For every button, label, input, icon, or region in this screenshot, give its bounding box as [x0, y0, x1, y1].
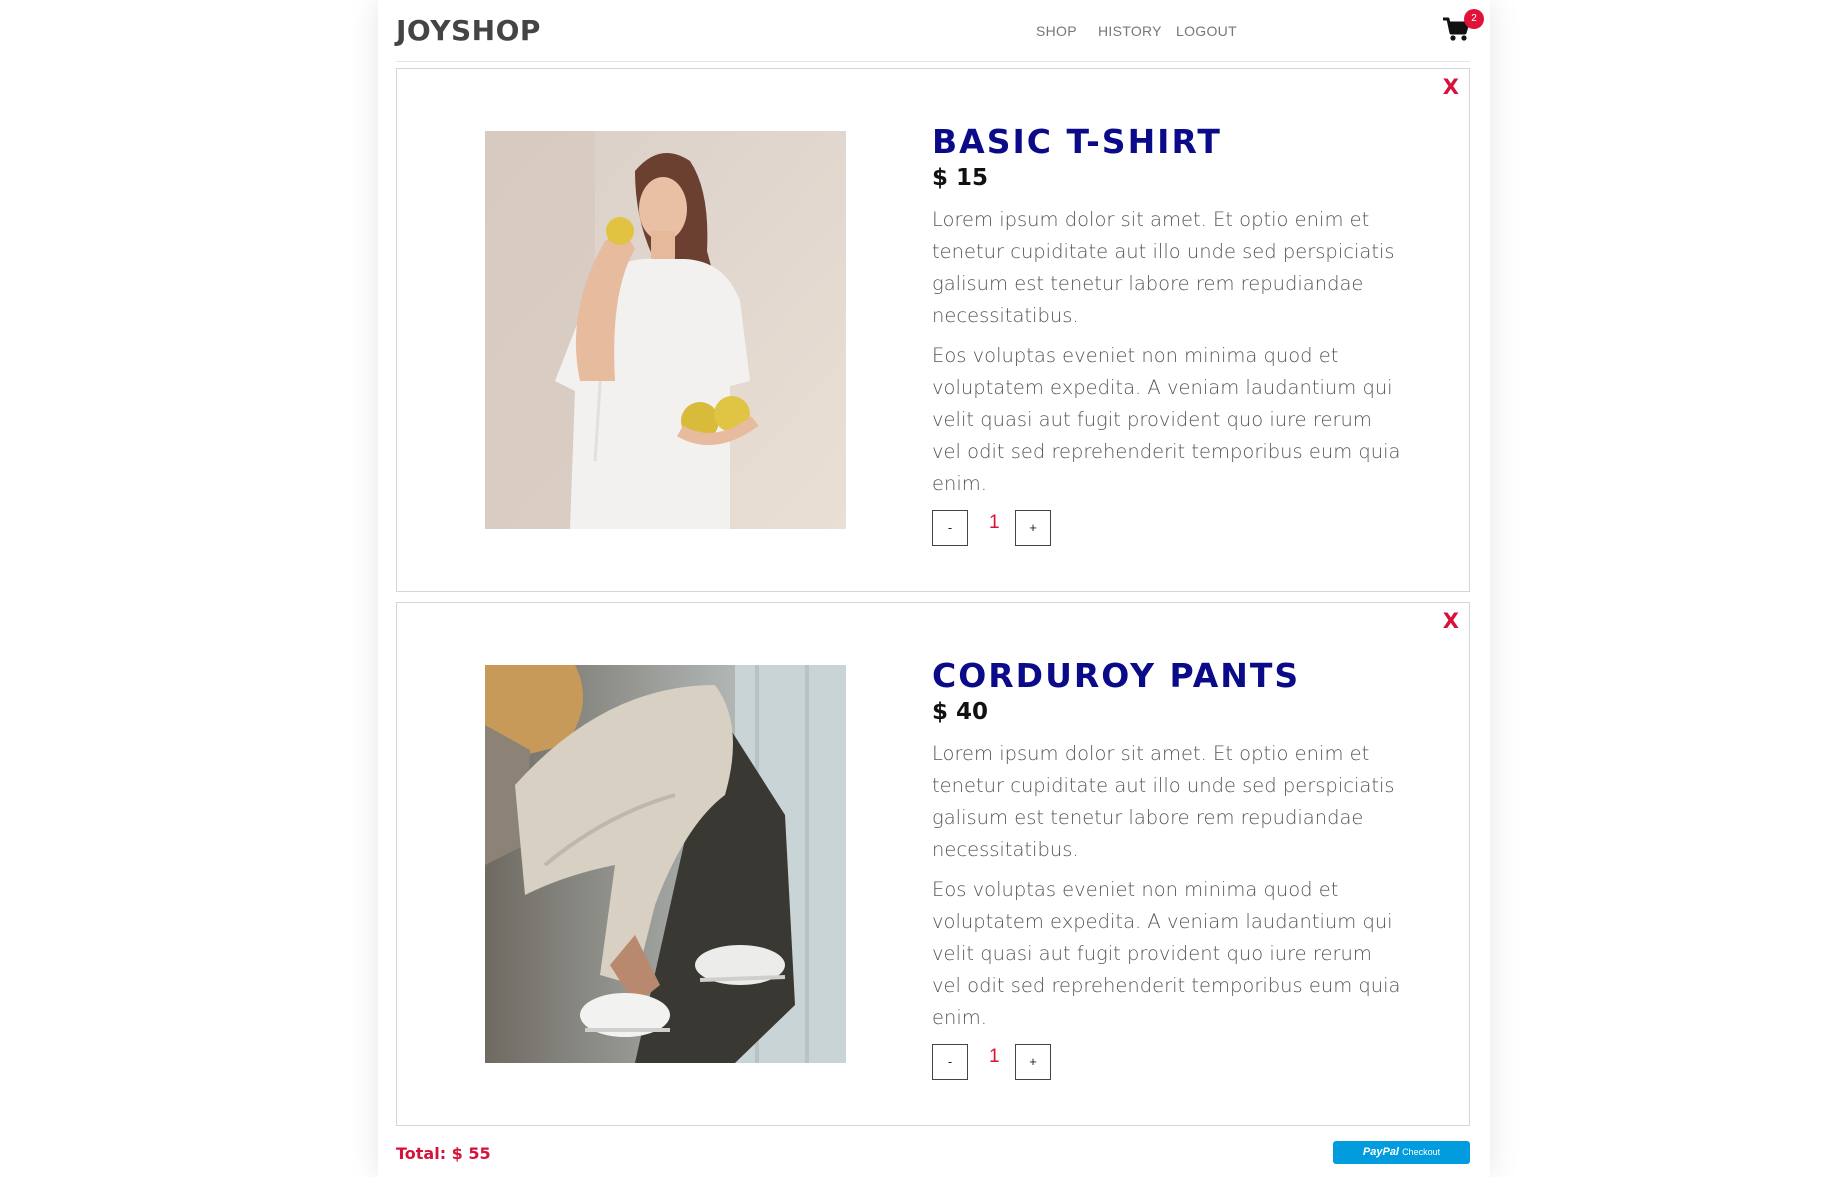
cart-total: Total: $ 55 [396, 1144, 491, 1163]
paypal-checkout-label: Checkout [1402, 1147, 1441, 1157]
quantity-value: 1 [989, 511, 1000, 533]
navbar: JOYSHOP SHOP HISTORY LOGOUT 2 [396, 0, 1484, 62]
product-description: Eos voluptas eveniet non minima quod et … [932, 877, 1401, 1029]
remove-item-button[interactable]: X [1443, 609, 1459, 633]
product-price: $ 40 [932, 698, 989, 725]
product-description: Lorem ipsum dolor sit amet. Et optio eni… [932, 207, 1395, 327]
brand-logo[interactable]: JOYSHOP [396, 14, 541, 47]
paypal-logo: PayPal [1362, 1146, 1399, 1158]
cart-button[interactable]: 2 [1442, 9, 1484, 44]
product-info: BASIC T-SHIRT $ 15 Lorem ipsum dolor sit… [932, 123, 1402, 546]
quantity-stepper: - 1 + [932, 509, 1402, 546]
page-container: JOYSHOP SHOP HISTORY LOGOUT 2 X BASIC T-… [378, 0, 1490, 1177]
cart-item-card: X [396, 602, 1470, 1126]
quantity-value: 1 [989, 1045, 1000, 1067]
increase-quantity-button[interactable]: + [1015, 1043, 1051, 1080]
paypal-checkout-button[interactable]: PayPal Checkout [1333, 1141, 1470, 1164]
remove-item-button[interactable]: X [1443, 75, 1459, 99]
product-description: Lorem ipsum dolor sit amet. Et optio eni… [932, 741, 1395, 861]
decrease-quantity-button[interactable]: - [932, 1043, 968, 1080]
cart-count-badge: 2 [1464, 9, 1484, 29]
product-price: $ 15 [932, 164, 989, 191]
product-description: Eos voluptas eveniet non minima quod et … [932, 343, 1401, 495]
decrease-quantity-button[interactable]: - [932, 509, 968, 546]
product-image-tshirt [485, 131, 846, 529]
product-name[interactable]: BASIC T-SHIRT [932, 123, 1402, 161]
product-name[interactable]: CORDUROY PANTS [932, 657, 1402, 695]
nav-link-history[interactable]: HISTORY [1098, 23, 1162, 39]
product-info: CORDUROY PANTS $ 40 Lorem ipsum dolor si… [932, 657, 1402, 1080]
increase-quantity-button[interactable]: + [1015, 509, 1051, 546]
product-image-corduroy-pants [485, 665, 846, 1063]
nav-link-shop[interactable]: SHOP [1036, 23, 1077, 39]
nav-link-logout[interactable]: LOGOUT [1176, 23, 1237, 39]
quantity-stepper: - 1 + [932, 1043, 1402, 1080]
cart-item-card: X [396, 68, 1470, 592]
